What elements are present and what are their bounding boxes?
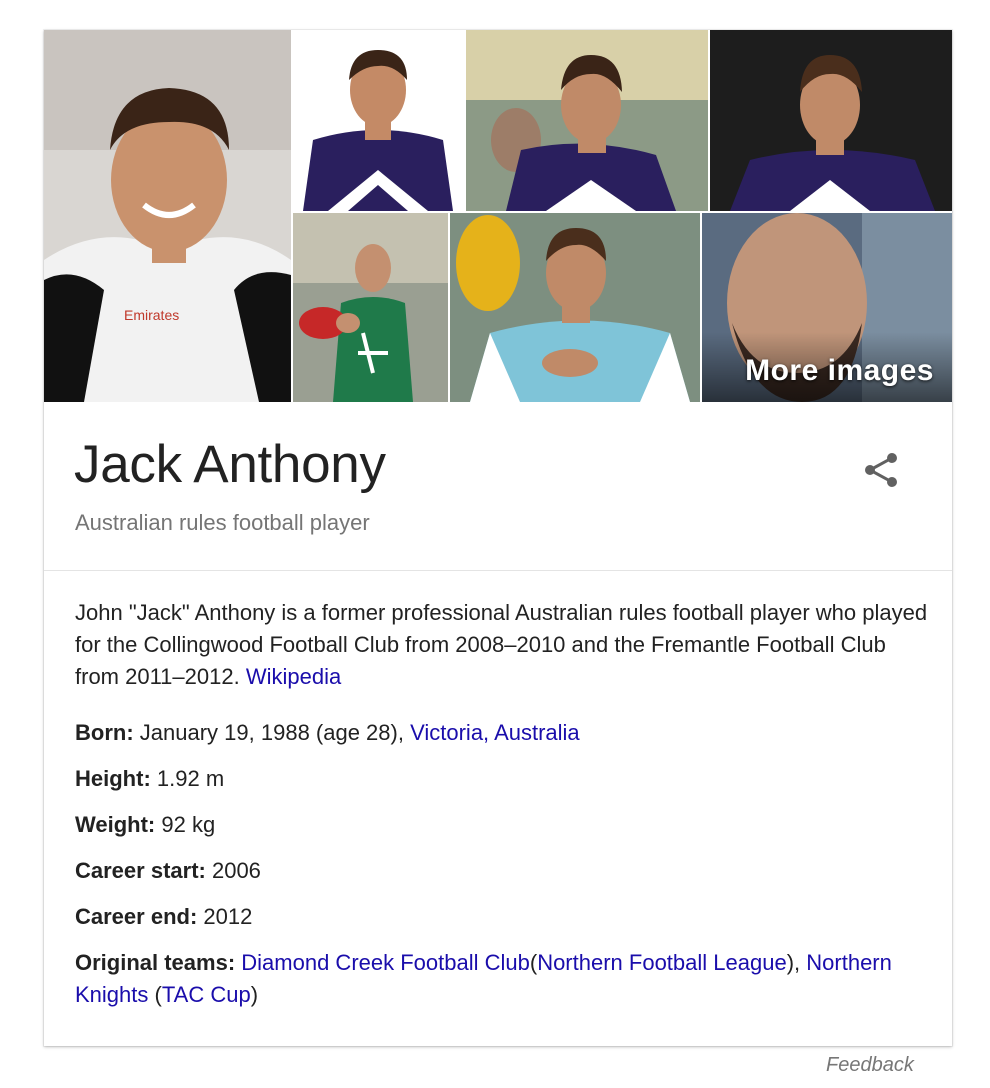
league-link-tac-cup[interactable]: TAC Cup [162, 982, 251, 1007]
paren-close: ) [250, 982, 259, 1007]
description-text: John "Jack" Anthony is a former professi… [75, 600, 928, 689]
knowledge-panel: Emirates More images Jack Anthony Austra… [44, 30, 952, 1046]
fact-label: Original teams: [75, 950, 236, 975]
fact-label: Born: [75, 720, 134, 745]
paren-open: ( [154, 982, 162, 1007]
birthplace-link[interactable]: Victoria, Australia [410, 720, 580, 745]
more-images-label[interactable]: More images [745, 354, 934, 388]
gallery-image-3[interactable] [466, 30, 708, 211]
wikipedia-link[interactable]: Wikipedia [246, 664, 341, 689]
gallery-image-2[interactable] [293, 30, 464, 211]
league-link-northern-football[interactable]: Northern Football League [537, 950, 787, 975]
fact-value: 1.92 m [156, 766, 225, 791]
fact-value: 2006 [211, 858, 261, 883]
gallery-image-5[interactable] [293, 213, 448, 402]
image-gallery: Emirates More images [44, 30, 952, 402]
fact-value: January 19, 1988 (age 28), [139, 720, 404, 745]
fact-value: 92 kg [161, 812, 216, 837]
svg-text:Emirates: Emirates [124, 307, 179, 323]
description-section: John "Jack" Anthony is a former professi… [75, 597, 935, 1025]
fact-career-start: Career start: 2006 [75, 855, 935, 887]
fact-label: Career end: [75, 904, 198, 929]
fact-value: 2012 [203, 904, 253, 929]
fact-career-end: Career end: 2012 [75, 901, 935, 933]
fact-born: Born: January 19, 1988 (age 28), Victori… [75, 717, 935, 749]
fact-height: Height: 1.92 m [75, 763, 935, 795]
gallery-image-7[interactable]: More images [702, 213, 952, 402]
title-section: Jack Anthony Australian rules football p… [44, 402, 952, 571]
facts-list: Born: January 19, 1988 (age 28), Victori… [75, 717, 935, 1011]
paren-close: ), [786, 950, 801, 975]
feedback-link[interactable]: Feedback [826, 1054, 914, 1077]
fact-label: Weight: [75, 812, 156, 837]
fact-label: Career start: [75, 858, 206, 883]
entity-title: Jack Anthony [74, 435, 386, 494]
gallery-image-6[interactable] [450, 213, 700, 402]
description: John "Jack" Anthony is a former professi… [75, 597, 935, 693]
fact-original-teams: Original teams: Diamond Creek Football C… [75, 947, 935, 1011]
fact-label: Height: [75, 766, 151, 791]
team-link-diamond-creek[interactable]: Diamond Creek Football Club [241, 950, 530, 975]
gallery-image-1[interactable]: Emirates [44, 30, 291, 402]
entity-subtitle: Australian rules football player [75, 510, 370, 535]
gallery-image-4[interactable] [710, 30, 952, 211]
share-icon [865, 453, 897, 487]
fact-weight: Weight: 92 kg [75, 809, 935, 841]
share-button[interactable] [860, 448, 904, 492]
